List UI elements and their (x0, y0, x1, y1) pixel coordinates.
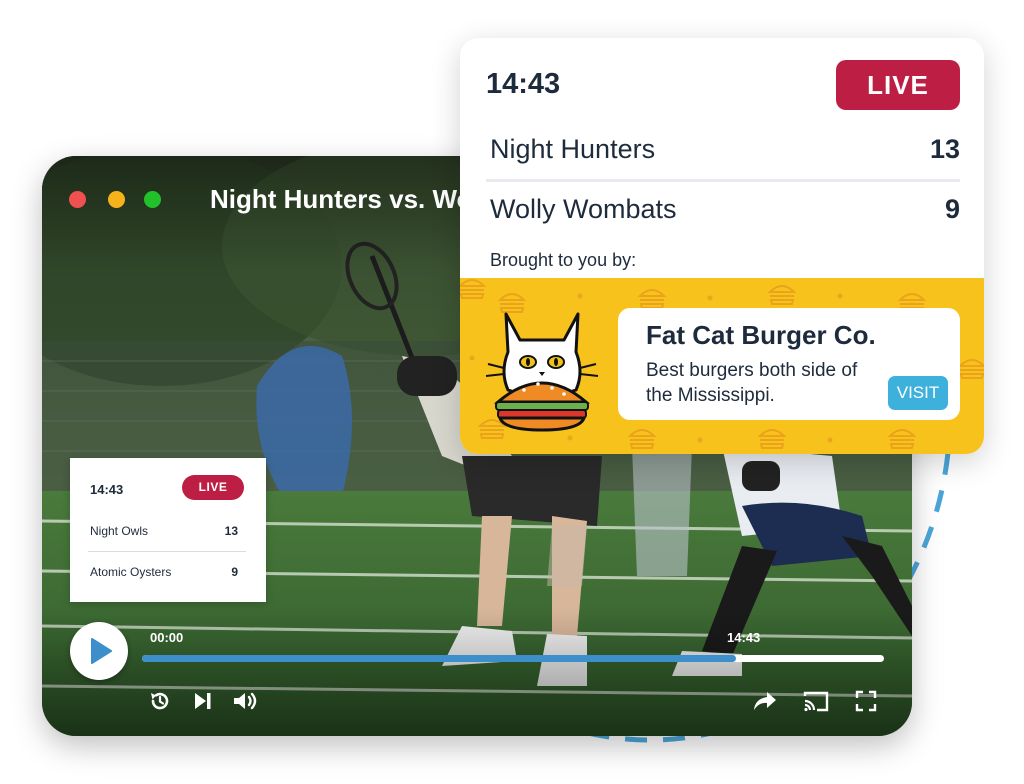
game-clock: 14:43 (486, 68, 561, 100)
team-score: 13 (929, 134, 960, 164)
cast-icon[interactable] (802, 689, 830, 713)
fat-cat-logo-icon (485, 312, 599, 432)
ad-brand-name: Fat Cat Burger Co. (646, 320, 876, 350)
mini-team-name: Atomic Oysters (90, 565, 172, 579)
score-card: 14:43 LIVE Night Hunters 13 Wolly Wombat… (460, 38, 984, 454)
current-time: 14:43 (727, 630, 761, 645)
mini-game-clock: 14:43 (90, 482, 124, 497)
volume-icon[interactable] (232, 689, 260, 713)
team-row: Wolly Wombats 9 (490, 194, 960, 225)
mini-team-score: 9 (231, 565, 238, 579)
sponsor-label: Brought to you by: (490, 250, 637, 270)
visit-button[interactable]: VISIT (888, 376, 948, 410)
team-divider (486, 179, 960, 182)
team-row: Night Hunters 13 (490, 134, 960, 165)
play-icon (91, 638, 112, 664)
progress-fill (142, 655, 736, 662)
close-window-dot[interactable] (69, 191, 86, 208)
skip-next-icon[interactable] (192, 689, 214, 713)
mini-team-row: Atomic Oysters 9 (90, 565, 238, 579)
replay-icon[interactable] (148, 689, 172, 713)
minimize-window-dot[interactable] (108, 191, 125, 208)
mini-team-name: Night Owls (90, 524, 149, 538)
live-badge: LIVE (836, 60, 960, 110)
maximize-window-dot[interactable] (144, 191, 161, 208)
share-icon[interactable] (752, 689, 778, 713)
team-name: Night Hunters (490, 134, 656, 164)
mini-team-row: Night Owls 13 (90, 524, 238, 538)
team-score: 9 (944, 194, 960, 224)
mini-scoreboard: 14:43 LIVE Night Owls 13 Atomic Oysters … (70, 458, 266, 602)
mini-divider (88, 551, 246, 552)
mini-team-score: 13 (224, 524, 238, 538)
ad-tagline: Best burgers both side of the Mississipp… (646, 360, 858, 406)
mini-live-badge: LIVE (182, 475, 244, 500)
play-button[interactable] (70, 622, 128, 680)
elapsed-start-time: 00:00 (150, 630, 184, 645)
team-name: Wolly Wombats (490, 194, 677, 224)
ad-message-box: Fat Cat Burger Co. Best burgers both sid… (618, 308, 960, 420)
progress-bar[interactable] (142, 655, 884, 662)
fullscreen-icon[interactable] (854, 689, 878, 713)
sponsor-ad-banner[interactable]: Fat Cat Burger Co. Best burgers both sid… (460, 278, 984, 454)
